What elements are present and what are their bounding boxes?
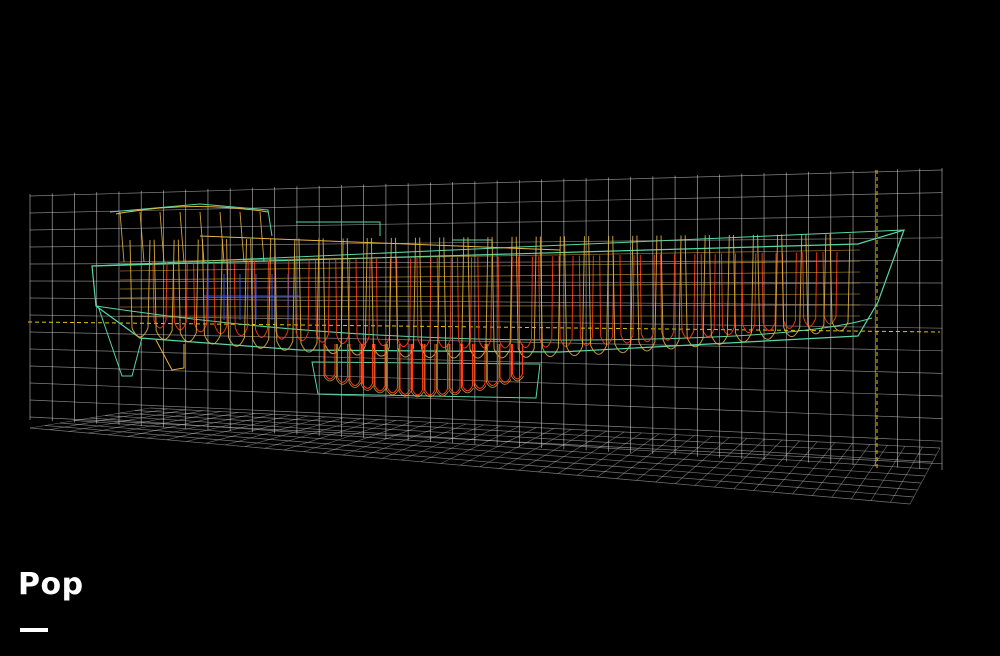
outer-frame-station — [274, 238, 296, 351]
floor-grid-row — [74, 420, 922, 484]
inner-frame-station — [193, 261, 209, 333]
hull-chine-line — [95, 305, 873, 341]
cabin-top-outline — [109, 203, 273, 237]
floor-grid-column — [479, 428, 554, 468]
floor-grid-column — [851, 445, 888, 500]
floor-grid — [29, 407, 941, 505]
floor-grid-column — [890, 446, 923, 503]
keel-section — [474, 344, 486, 389]
caption-underline-dash — [20, 628, 48, 632]
keel-section-outer — [423, 344, 437, 398]
floor-grid-column — [733, 439, 783, 490]
grid-horizontal-line — [29, 365, 943, 397]
hull-stringer — [119, 271, 861, 281]
floor-grid-column — [792, 442, 835, 495]
cabin-frame — [199, 211, 205, 263]
keel-section — [512, 344, 523, 380]
keel-section — [412, 344, 423, 396]
hull-stringer — [119, 282, 861, 290]
cabin-frame — [259, 211, 265, 263]
hull-stringer — [119, 249, 861, 263]
inner-frame-station — [781, 252, 797, 329]
floor-grid-row — [59, 422, 918, 491]
floor-grid-column — [811, 443, 853, 496]
keel-section-outer — [398, 344, 412, 397]
floor-grid-column — [225, 416, 326, 446]
keel-section — [424, 344, 436, 396]
floor-grid-column — [499, 429, 572, 469]
outer-frame-station — [201, 239, 223, 345]
hull-wireframe-viewport — [27, 168, 943, 505]
floor-grid-row — [89, 417, 926, 477]
outer-frame-station — [781, 234, 803, 338]
keel-section — [324, 344, 336, 380]
inner-frame-station — [396, 258, 412, 348]
floor-grid-column — [557, 431, 625, 474]
floor-grid-row — [134, 410, 937, 456]
grid-horizontal-line — [29, 214, 943, 231]
cabin-frame — [239, 211, 245, 263]
skeg-profile — [155, 339, 185, 371]
outer-frame-station — [370, 237, 392, 357]
floor-grid-column — [577, 432, 642, 476]
floor-grid-column — [831, 444, 871, 498]
hull-stringer — [119, 304, 861, 308]
keel-section-outer — [411, 344, 424, 398]
outer-frame-station — [539, 236, 561, 358]
floor-grid-column — [909, 447, 941, 505]
floor-grid-column — [284, 419, 379, 451]
outer-frame-station — [660, 235, 682, 350]
outer-frame-station — [395, 237, 417, 358]
inner-frame-station — [741, 253, 757, 334]
cabin-frame — [139, 211, 145, 263]
inner-frame-station — [477, 257, 493, 349]
grid-horizontal-line — [29, 169, 943, 197]
inner-frame-station — [355, 258, 371, 346]
floor-grid-column — [753, 440, 800, 491]
floor-grid-column — [205, 415, 309, 444]
deck-line — [199, 235, 561, 251]
floor-grid-row — [44, 425, 914, 498]
grid-horizontal-line — [29, 192, 943, 214]
floor-grid-column — [870, 446, 906, 501]
keel-section-outer — [386, 344, 399, 396]
inner-frame-station — [802, 252, 818, 327]
cabin-frame — [179, 211, 185, 263]
caption-title: Pop — [18, 567, 84, 602]
floor-grid-column — [538, 430, 607, 473]
floor-grid-column — [518, 429, 590, 471]
keel-section — [399, 344, 411, 395]
floor-grid-column — [381, 423, 467, 459]
coachroof-outline — [296, 221, 381, 236]
inner-frame-station — [680, 254, 696, 339]
keel-section — [487, 344, 498, 386]
floor-grid-column — [694, 438, 748, 486]
floor-grid-column — [714, 438, 765, 488]
floor-grid-row — [104, 415, 929, 470]
inner-frame-station — [416, 258, 432, 348]
inner-frame-station — [375, 258, 391, 347]
cabin-frame — [119, 211, 125, 263]
floor-grid-column — [772, 441, 818, 493]
